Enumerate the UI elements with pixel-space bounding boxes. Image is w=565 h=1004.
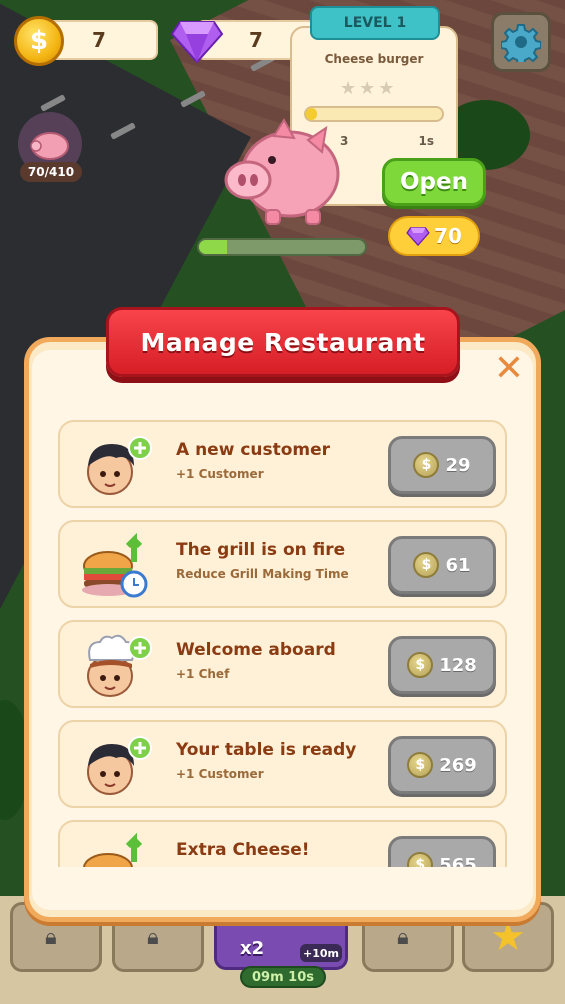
coin-icon: $ bbox=[407, 752, 434, 778]
gem-icon bbox=[406, 227, 430, 246]
chef-avatar-icon bbox=[87, 634, 152, 697]
upgrade-subtitle: +1 Customer bbox=[176, 467, 264, 481]
coin-icon: $ bbox=[413, 552, 440, 578]
coin-icon: $ bbox=[14, 16, 64, 66]
upgrade-list[interactable]: A new customer +1 Customer $ 29 The gril… bbox=[58, 420, 508, 867]
level-ribbon: LEVEL 1 bbox=[310, 6, 440, 40]
upgrade-price: 61 bbox=[445, 554, 471, 576]
upgrade-buy-button[interactable]: $ 269 bbox=[388, 736, 496, 794]
coin-icon: $ bbox=[407, 852, 434, 867]
close-icon: ✕ bbox=[493, 348, 525, 389]
burger-speed-icon bbox=[82, 532, 148, 598]
upgrade-buy-button[interactable]: $ 128 bbox=[388, 636, 496, 694]
upgrade-title: Welcome aboard bbox=[176, 640, 336, 660]
upgrade-price: 565 bbox=[439, 854, 477, 868]
piggy-bank-mini-label: 70/410 bbox=[20, 162, 82, 182]
close-button[interactable]: ✕ bbox=[492, 348, 526, 389]
gem-count: 7 bbox=[249, 28, 263, 52]
upgrade-price: 128 bbox=[439, 654, 477, 676]
coin-icon: $ bbox=[413, 452, 440, 478]
lock-icon: 🔒︎ bbox=[45, 925, 57, 950]
customer-avatar-icon bbox=[87, 436, 152, 495]
upgrade-title: Your table is ready bbox=[176, 740, 357, 760]
upgrade-subtitle: +1 Chef bbox=[176, 667, 230, 681]
modal-title-banner: Manage Restaurant bbox=[106, 307, 460, 377]
upgrade-buy-button[interactable]: $ 29 bbox=[388, 436, 496, 494]
level-stat-right: 1s bbox=[418, 134, 435, 148]
level-stars: ★★★ bbox=[340, 78, 398, 99]
upgrade-title: The grill is on fire bbox=[176, 540, 346, 560]
upgrade-subtitle: +1 Customer bbox=[176, 767, 264, 781]
coin-icon: $ bbox=[407, 652, 434, 678]
upgrade-buy-button[interactable]: $ 61 bbox=[388, 536, 496, 594]
piggy-gem-price: 70 bbox=[388, 216, 480, 256]
upgrade-row: Your table is ready +1 Customer $ 269 bbox=[58, 720, 507, 808]
upgrade-row: Extra Cheese! $ 565 bbox=[58, 820, 507, 867]
settings-button[interactable] bbox=[491, 12, 551, 72]
lock-icon: 🔒︎ bbox=[397, 925, 409, 950]
boost-timer: 09m 10s bbox=[240, 966, 326, 988]
upgrade-price: 29 bbox=[445, 454, 471, 476]
upgrade-title: A new customer bbox=[176, 440, 331, 460]
upgrade-price: 269 bbox=[439, 754, 477, 776]
lock-icon: 🔒︎ bbox=[147, 925, 159, 950]
boost-time-label: +10m bbox=[300, 944, 342, 962]
level-product-name: Cheese burger bbox=[324, 52, 424, 66]
upgrade-buy-button[interactable]: $ 565 bbox=[388, 836, 496, 867]
coin-count: 7 bbox=[92, 28, 106, 52]
upgrade-title: Extra Cheese! bbox=[176, 840, 310, 860]
customer-avatar-icon bbox=[87, 736, 152, 795]
piggy-bank-icon bbox=[224, 118, 340, 225]
burger-upgrade-icon bbox=[83, 832, 143, 867]
upgrade-row: The grill is on fire Reduce Grill Making… bbox=[58, 520, 507, 608]
modal-title: Manage Restaurant bbox=[140, 327, 426, 357]
boost-multiplier: x2 bbox=[240, 938, 265, 959]
upgrade-row: A new customer +1 Customer $ 29 bbox=[58, 420, 507, 508]
open-piggy-button[interactable]: Open bbox=[382, 158, 486, 206]
gear-icon bbox=[501, 24, 541, 62]
piggy-progress-bar bbox=[197, 238, 367, 256]
upgrade-row: Welcome aboard +1 Chef $ 128 bbox=[58, 620, 507, 708]
gem-icon bbox=[170, 21, 224, 64]
upgrade-subtitle: Reduce Grill Making Time bbox=[176, 567, 349, 581]
